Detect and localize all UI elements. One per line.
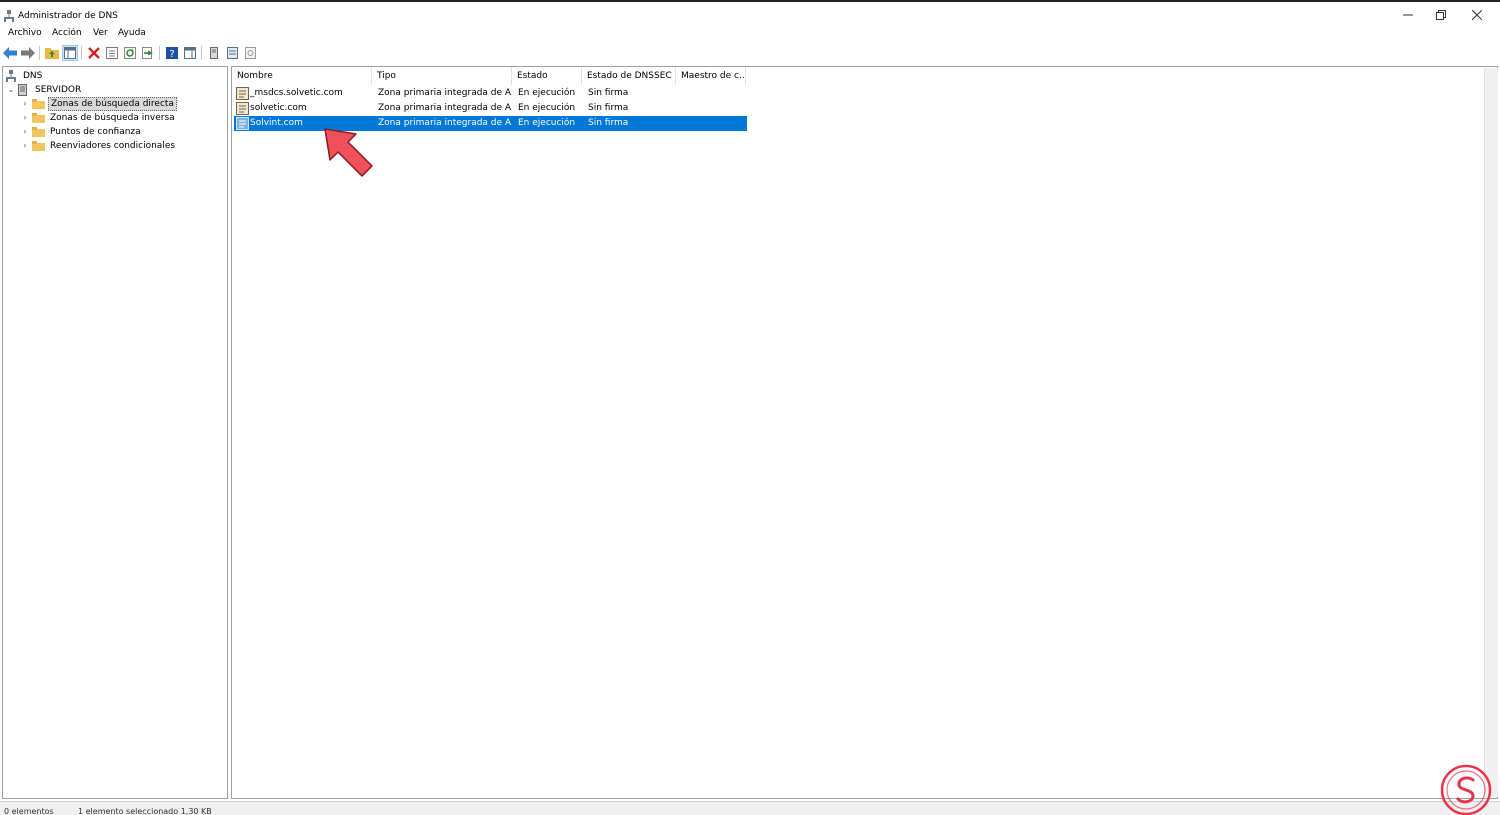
window-title: Administrador de DNS: [18, 11, 118, 21]
properties-button[interactable]: [104, 45, 120, 61]
dns-icon: [6, 69, 16, 82]
status-bar: 0 elementos 1 elemento seleccionado 1,30…: [0, 801, 1500, 815]
tree-node-reenviadores[interactable]: › Reenviadores condicionales: [20, 139, 177, 152]
tree-label-zonas-inversa: Zonas de búsqueda inversa: [50, 112, 175, 123]
tree-node-servidor[interactable]: ⌄ SERVIDOR: [6, 83, 83, 96]
back-button[interactable]: [2, 45, 18, 61]
tree-label-reenviadores: Reenviadores condicionales: [50, 140, 176, 151]
show-tree-icon: [64, 47, 76, 59]
cell-estado: En ejecución: [518, 88, 576, 98]
dns-app-icon: [4, 10, 14, 22]
expand-chevron-icon[interactable]: ›: [20, 99, 30, 108]
column-header-dnssec[interactable]: Estado de DNSSEC: [582, 67, 676, 85]
server-icon: [210, 47, 218, 59]
table-row-selected[interactable]: Solvint.com Zona primaria integrada de A…: [234, 116, 747, 131]
back-arrow-icon: [3, 47, 17, 59]
column-header-maestro[interactable]: Maestro de c...: [676, 67, 746, 85]
collapse-chevron-icon[interactable]: ⌄: [6, 85, 16, 94]
folder-icon: [32, 140, 45, 151]
up-one-level-button[interactable]: [44, 45, 60, 61]
annotation-arrow-icon: [324, 128, 373, 177]
dns-manager-window: Administrador de DNS Archivo Acción Ver …: [0, 0, 1500, 815]
cell-estado: En ejecución: [518, 103, 576, 113]
console-tree: DNS ⌄ SERVIDOR › Zonas de búsqueda direc…: [2, 66, 228, 799]
table-row[interactable]: solvetic.com Zona primaria integrada de …: [234, 101, 747, 116]
minimize-icon: [1403, 14, 1413, 16]
cell-tipo: Zona primaria integrada de A...: [378, 118, 512, 128]
close-icon: [1472, 10, 1482, 20]
list-view-icon: [226, 47, 238, 59]
watermark-logo-icon: [1440, 764, 1492, 815]
toolbar: ?: [0, 43, 1500, 63]
tree-label-servidor: SERVIDOR: [35, 84, 82, 95]
tree-node-dns[interactable]: DNS: [6, 69, 44, 82]
help-icon: ?: [166, 47, 178, 59]
restore-button[interactable]: [1423, 4, 1459, 26]
list-view-button[interactable]: [224, 45, 240, 61]
table-row[interactable]: _msdcs.solvetic.com Zona primaria integr…: [234, 86, 747, 101]
server-icon: [18, 83, 27, 96]
minimize-button[interactable]: [1390, 4, 1426, 26]
cell-nombre: _msdcs.solvetic.com: [250, 88, 343, 98]
tree-node-zonas-inversa[interactable]: › Zonas de búsqueda inversa: [20, 111, 177, 124]
refresh-button[interactable]: [122, 45, 138, 61]
help-button[interactable]: ?: [164, 45, 180, 61]
cell-tipo: Zona primaria integrada de A...: [378, 88, 512, 98]
detail-view-icon: [244, 47, 256, 59]
show-action-pane-button[interactable]: [182, 45, 198, 61]
tree-label-puntos-confianza: Puntos de confianza: [50, 126, 141, 137]
cell-dnssec: Sin firma: [588, 103, 629, 113]
properties-icon: [106, 47, 118, 59]
up-folder-icon: [45, 48, 59, 59]
zone-file-icon: [236, 87, 249, 100]
export-list-button[interactable]: [140, 45, 156, 61]
show-hide-tree-button[interactable]: [62, 45, 78, 61]
folder-icon: [32, 98, 45, 109]
delete-button[interactable]: [86, 45, 102, 61]
cell-estado: En ejecución: [518, 118, 576, 128]
menu-ver[interactable]: Ver: [93, 28, 108, 38]
cell-nombre: solvetic.com: [250, 103, 307, 113]
menu-accion[interactable]: Acción: [52, 28, 82, 38]
delete-icon: [88, 47, 100, 59]
action-pane-icon: [184, 47, 196, 59]
server-button[interactable]: [206, 45, 222, 61]
tree-label-dns: DNS: [23, 70, 43, 81]
svg-text:?: ?: [169, 49, 174, 59]
expand-chevron-icon[interactable]: ›: [20, 127, 30, 136]
status-selection: 1 elemento seleccionado 1,30 KB: [78, 807, 212, 815]
vertical-scrollbar[interactable]: [1484, 68, 1498, 797]
export-icon: [142, 47, 153, 59]
zone-file-icon: [236, 117, 249, 130]
cell-tipo: Zona primaria integrada de A...: [378, 103, 512, 113]
menu-archivo[interactable]: Archivo: [8, 28, 42, 38]
expand-chevron-icon[interactable]: ›: [20, 141, 30, 150]
expand-chevron-icon[interactable]: ›: [20, 113, 30, 122]
menu-bar: Archivo Acción Ver Ayuda: [0, 26, 1500, 42]
refresh-icon: [124, 47, 136, 59]
menu-ayuda[interactable]: Ayuda: [118, 28, 146, 38]
tree-node-puntos-confianza[interactable]: › Puntos de confianza: [20, 125, 143, 138]
forward-arrow-icon: [21, 47, 35, 59]
status-items-count: 0 elementos: [4, 807, 54, 815]
close-button[interactable]: [1459, 4, 1495, 26]
column-header-nombre[interactable]: Nombre: [232, 67, 372, 85]
column-header-tipo[interactable]: Tipo: [372, 67, 512, 85]
cell-dnssec: Sin firma: [588, 88, 629, 98]
title-bar: Administrador de DNS: [0, 4, 1500, 26]
tree-node-zonas-directa[interactable]: › Zonas de búsqueda directa: [20, 96, 177, 111]
results-list: Nombre Tipo Estado Estado de DNSSEC Maes…: [231, 66, 1498, 799]
forward-button[interactable]: [20, 45, 36, 61]
restore-icon: [1436, 10, 1446, 20]
detail-view-button[interactable]: [242, 45, 258, 61]
zone-file-icon: [236, 102, 249, 115]
folder-icon: [32, 112, 45, 123]
folder-icon: [32, 126, 45, 137]
column-header-estado[interactable]: Estado: [512, 67, 582, 85]
tree-label-zonas-directa: Zonas de búsqueda directa: [48, 96, 177, 111]
cell-dnssec: Sin firma: [588, 118, 629, 128]
